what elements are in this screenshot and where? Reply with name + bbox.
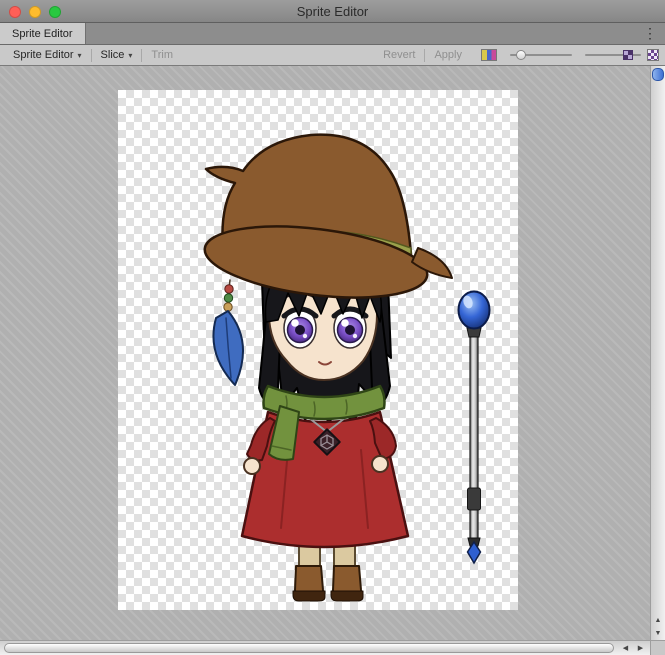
vertical-scrollbar-thumb[interactable]: [652, 68, 664, 81]
zoom-button[interactable]: [49, 6, 61, 18]
tab-sprite-editor[interactable]: Sprite Editor: [0, 23, 86, 44]
sprite-editor-window: Sprite Editor Sprite Editor ⋮ Sprite Edi…: [0, 0, 665, 655]
scrollbar-corner: [650, 640, 665, 655]
scroll-left-arrow-icon[interactable]: ◀: [618, 641, 633, 655]
mip-slider[interactable]: [585, 54, 641, 56]
mip-checker-icon: [647, 49, 659, 61]
scroll-up-arrow-icon[interactable]: ▲: [651, 614, 665, 627]
revert-button-label: Revert: [383, 49, 415, 61]
chevron-down-icon: ▾: [78, 51, 82, 60]
scroll-right-arrow-icon[interactable]: ▶: [633, 641, 648, 655]
mip-slider-handle[interactable]: [623, 50, 633, 60]
sprite-image: [118, 90, 518, 610]
zoom-slider-knob[interactable]: [516, 50, 526, 60]
kebab-menu-icon[interactable]: ⋮: [635, 23, 665, 44]
tab-label: Sprite Editor: [12, 28, 73, 40]
vertical-scrollbar[interactable]: ▲ ▼: [650, 66, 665, 640]
sprite-editor-dropdown[interactable]: Sprite Editor ▾: [4, 45, 91, 65]
minimize-button[interactable]: [29, 6, 41, 18]
horizontal-scrollbar-thumb[interactable]: [4, 643, 614, 653]
close-button[interactable]: [9, 6, 21, 18]
window-titlebar: Sprite Editor: [0, 0, 665, 23]
rgb-alpha-toggle-icon[interactable]: [481, 49, 497, 61]
trim-button[interactable]: Trim: [142, 45, 182, 65]
character-sprite: [201, 135, 452, 601]
slice-dropdown[interactable]: Slice ▾: [92, 45, 142, 65]
apply-button-label: Apply: [434, 49, 462, 61]
sprite-canvas[interactable]: [0, 66, 650, 640]
scroll-down-arrow-icon[interactable]: ▼: [651, 627, 665, 640]
toolbar: Sprite Editor ▾ Slice ▾ Trim Revert Appl…: [0, 45, 665, 66]
window-title: Sprite Editor: [0, 4, 665, 19]
apply-button[interactable]: Apply: [425, 45, 471, 65]
horizontal-scrollbar[interactable]: ◀ ▶: [0, 640, 650, 655]
trim-button-label: Trim: [151, 49, 173, 61]
texture-area: [118, 90, 518, 610]
window-controls: [9, 6, 61, 18]
sprite-editor-dropdown-label: Sprite Editor: [13, 49, 74, 61]
staff-sprite: [459, 292, 490, 564]
chevron-down-icon: ▾: [128, 51, 132, 60]
revert-button[interactable]: Revert: [374, 45, 424, 65]
tab-bar: Sprite Editor ⋮: [0, 23, 665, 45]
zoom-slider[interactable]: [510, 54, 572, 56]
slice-dropdown-label: Slice: [101, 49, 125, 61]
